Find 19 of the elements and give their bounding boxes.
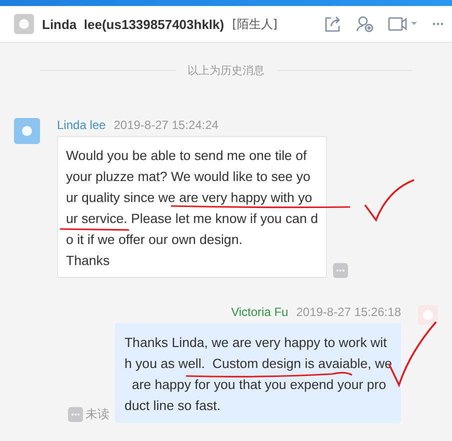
sender-name: Victoria Fu	[231, 305, 288, 319]
message-bubble: Thanks Linda, we are very happy to work wit h you as well. Custom design is avaiable, we are happy for you that you expend your pro duct line so fast.	[115, 323, 401, 423]
underline-mark	[60, 228, 130, 231]
share-icon[interactable]	[324, 15, 342, 33]
contact-tag: [陌生人]	[232, 16, 278, 32]
sender-avatar	[14, 118, 40, 144]
message-time: 2019-8-27 15:24:24	[114, 118, 218, 132]
more-icon[interactable]	[432, 22, 444, 26]
history-divider-text: 以上为历史消息	[188, 63, 264, 78]
read-status: 未读	[85, 406, 110, 423]
sender-name: Linda lee	[57, 118, 106, 132]
message-time: 2019-8-27 15:26:18	[296, 305, 401, 319]
contact-name: Linda lee(us1339857403hklk)	[42, 16, 224, 32]
message-bubble: Would you be able to send me one tile of your pluzze mat? We would like to see yo ur quality since we are very happy with yo ur service. Please let me know if you can d o it if we offer our own design. Thanks	[57, 136, 328, 278]
contact-avatar	[14, 14, 34, 34]
sender-avatar	[418, 305, 438, 325]
video-camera-icon[interactable]	[388, 16, 418, 32]
check-mark	[364, 179, 414, 221]
add-user-icon[interactable]	[356, 15, 374, 33]
